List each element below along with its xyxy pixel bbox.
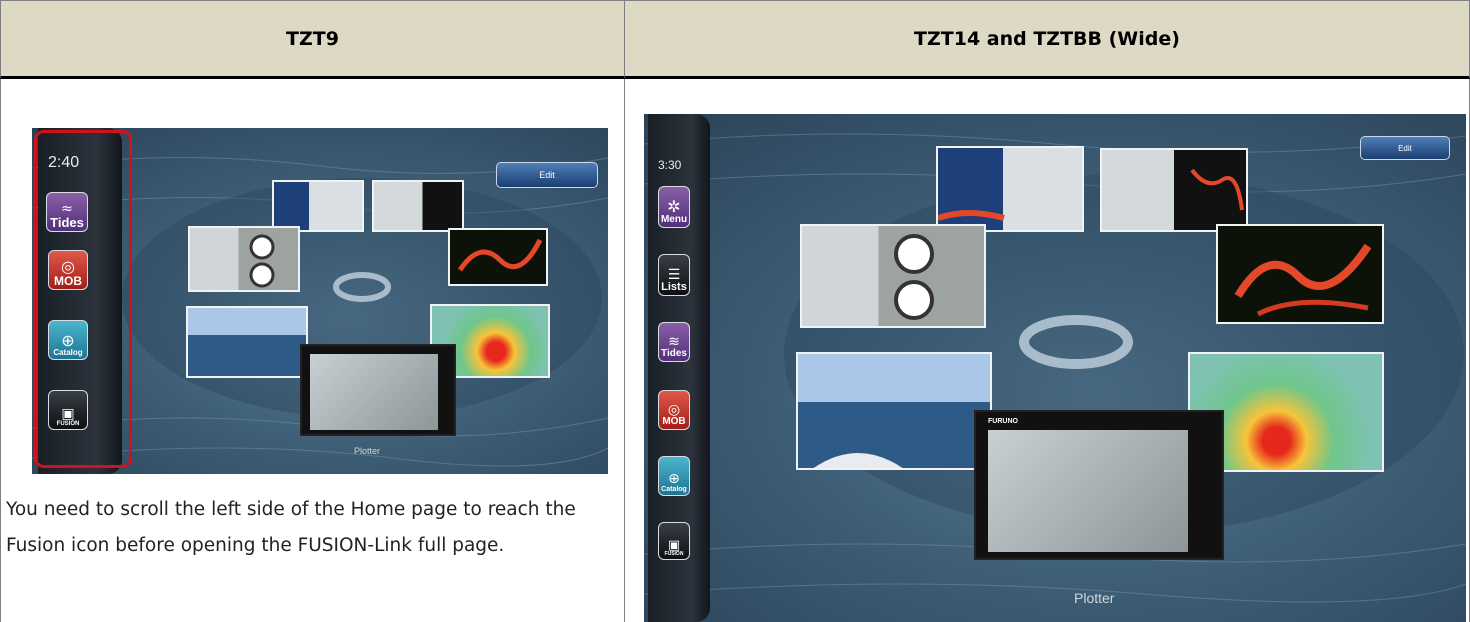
- catalog-label: Catalog: [661, 486, 687, 493]
- furuno-brand: FURUNO: [988, 418, 1018, 425]
- helm-icon: ✲: [667, 197, 681, 216]
- tides-icon: ≋: [668, 334, 680, 350]
- radar-tile[interactable]: [1216, 224, 1384, 324]
- gauge-dials: [894, 234, 934, 320]
- plotter-label: Plotter: [354, 446, 381, 456]
- caption-text: You need to scroll the left side of the …: [6, 499, 576, 556]
- plotter-device-tile[interactable]: [300, 344, 456, 436]
- plotter-gauges-tile[interactable]: [188, 226, 300, 292]
- table-column-divider: [624, 79, 625, 622]
- sonar-plotter-tile[interactable]: [272, 180, 364, 232]
- tzt14-home-screenshot: 3:30 ✲ Menu ☰ Lists ≋ Tides ◎ MOB ⊕ Cata…: [644, 114, 1466, 622]
- edit-button[interactable]: Edit: [496, 162, 598, 188]
- plotter-radar-tile[interactable]: [372, 180, 464, 232]
- lists-button[interactable]: ☰ Lists: [658, 254, 690, 296]
- header-tzt14-tztbb: TZT14 and TZTBB (Wide): [624, 0, 1470, 79]
- lists-label: Lists: [661, 281, 687, 293]
- camera-tile[interactable]: [796, 352, 992, 470]
- radar-echoes: [1190, 168, 1244, 211]
- clock: 3:30: [658, 158, 682, 172]
- plotter-gauges-tile[interactable]: [800, 224, 986, 328]
- edit-button[interactable]: Edit: [1360, 136, 1450, 160]
- catalog-button[interactable]: ⊕ Catalog: [658, 456, 690, 496]
- radar-tile[interactable]: [448, 228, 548, 286]
- tzt9-home-screenshot: 2:40 ≈ Tides ◎ MOB ⊕ Catalog ▣ FUSION Ed…: [32, 128, 608, 474]
- mob-button[interactable]: ◎ MOB: [658, 390, 690, 430]
- rotate-arrows-icon: [333, 272, 391, 302]
- sonar-plotter-tile[interactable]: [936, 146, 1084, 232]
- plotter-radar-tile[interactable]: [1100, 148, 1248, 232]
- camera-tile[interactable]: [186, 306, 308, 378]
- radar-echoes: [1234, 243, 1372, 317]
- menu-button[interactable]: ✲ Menu: [658, 186, 690, 228]
- gauge-dials: [249, 234, 275, 288]
- radar-echoes: [457, 238, 543, 272]
- plotter-label: Plotter: [1074, 590, 1115, 606]
- sonar-echo: [938, 210, 1005, 221]
- table-border-left: [0, 79, 1, 622]
- highlight-sidebar-box: [34, 130, 132, 468]
- fusion-label: FUSION: [664, 551, 684, 557]
- tides-label: Tides: [661, 348, 687, 359]
- boat-bow: [813, 453, 903, 468]
- menu-label: Menu: [660, 214, 688, 225]
- mob-label: MOB: [662, 416, 686, 427]
- rotate-arrows-icon: [1019, 315, 1133, 369]
- fusion-button[interactable]: ▣ FUSION: [658, 522, 690, 560]
- tides-button[interactable]: ≋ Tides: [658, 322, 690, 362]
- lifebuoy-icon: ◎: [667, 402, 681, 418]
- list-icon: ☰: [667, 267, 681, 283]
- header-tzt9: TZT9: [0, 0, 625, 79]
- plotter-device-tile[interactable]: FURUNO: [974, 410, 1224, 560]
- globe-icon: ⊕: [668, 471, 680, 487]
- comparison-table: TZT9 TZT14 and TZTBB (Wide) 2:40 ≈ Tides…: [0, 0, 1470, 622]
